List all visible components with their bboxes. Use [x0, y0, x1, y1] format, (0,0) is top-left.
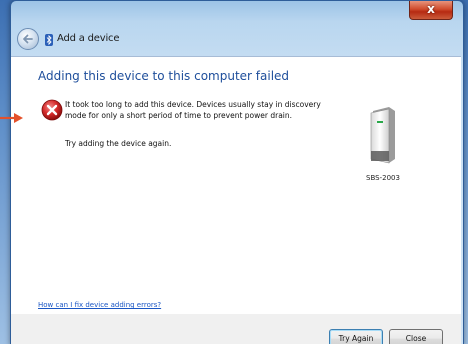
help-link[interactable]: How can I fix device adding errors?	[38, 301, 161, 309]
computer-tower-icon	[370, 107, 395, 164]
bluetooth-icon	[45, 34, 53, 46]
page-heading: Adding this device to this computer fail…	[38, 69, 290, 83]
title-bar: Add a device	[11, 25, 463, 55]
back-button[interactable]	[17, 28, 39, 50]
content-panel: Adding this device to this computer fail…	[11, 56, 461, 314]
red-arrow-icon	[0, 113, 23, 123]
device-name-label: SBS-2003	[366, 174, 400, 182]
close-button[interactable]: Close	[389, 329, 443, 344]
window-close-button[interactable]: x	[409, 1, 453, 20]
try-again-button[interactable]: Try Again	[329, 329, 383, 344]
error-icon	[41, 99, 63, 121]
add-device-window: x Add a device Adding this device to thi…	[10, 0, 464, 344]
error-message: It took too long to add this device. Dev…	[65, 100, 321, 120]
back-arrow-icon	[23, 34, 33, 44]
window-title: Add a device	[57, 33, 120, 44]
retry-instruction: Try adding the device again.	[65, 139, 172, 148]
button-bar: Try Again Close	[11, 314, 461, 344]
